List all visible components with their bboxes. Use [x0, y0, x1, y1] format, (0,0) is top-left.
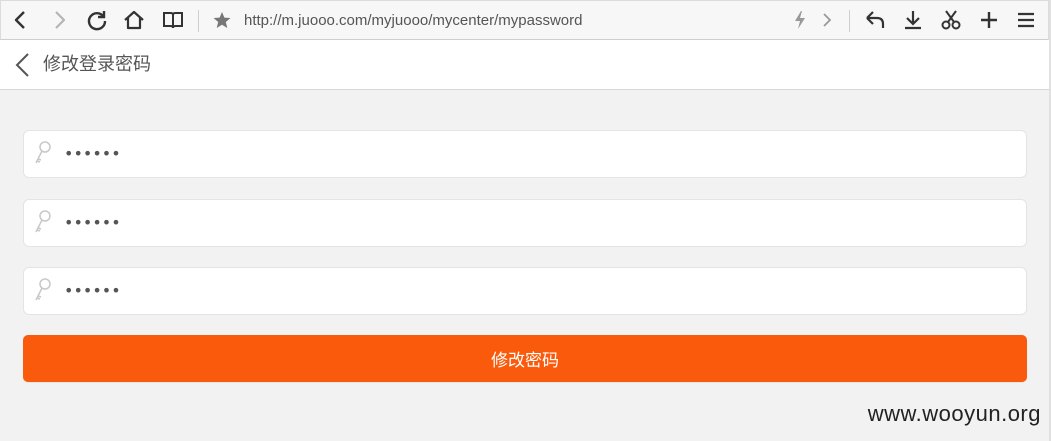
download-icon[interactable] [900, 7, 926, 33]
home-icon[interactable] [121, 7, 147, 33]
lightning-icon[interactable] [787, 7, 813, 33]
bookmark-star-icon[interactable] [209, 7, 235, 33]
reader-icon[interactable] [160, 7, 186, 33]
confirm-password-field[interactable]: •••••• [23, 267, 1027, 315]
old-password-field[interactable]: •••••• [23, 130, 1027, 178]
address-bar[interactable]: http://m.juooo.com/myjuooo/mycenter/mypa… [244, 11, 582, 31]
reload-icon[interactable] [84, 7, 110, 33]
watermark-text: www.wooyun.org [867, 401, 1041, 426]
new-tab-plus-icon[interactable] [976, 7, 1002, 33]
page-header: 修改登录密码 [0, 40, 1049, 90]
password-value: •••••• [64, 281, 121, 300]
back-icon[interactable] [7, 7, 33, 33]
forward-icon[interactable] [47, 7, 73, 33]
chevron-right-icon[interactable] [814, 7, 840, 33]
page-title: 修改登录密码 [43, 54, 151, 75]
new-password-field[interactable]: •••••• [23, 199, 1027, 247]
key-icon [32, 277, 54, 305]
toolbar-divider [849, 10, 850, 32]
scissors-icon[interactable] [938, 7, 964, 33]
change-password-button[interactable]: 修改密码 [23, 335, 1027, 382]
key-icon [32, 140, 54, 168]
key-icon [32, 209, 54, 237]
back-arrow-icon[interactable] [12, 52, 36, 78]
undo-icon[interactable] [862, 7, 888, 33]
toolbar-divider [198, 10, 199, 32]
browser-toolbar: http://m.juooo.com/myjuooo/mycenter/mypa… [0, 0, 1049, 40]
password-value: •••••• [64, 213, 121, 232]
menu-icon[interactable] [1013, 7, 1039, 33]
password-value: •••••• [64, 144, 121, 163]
